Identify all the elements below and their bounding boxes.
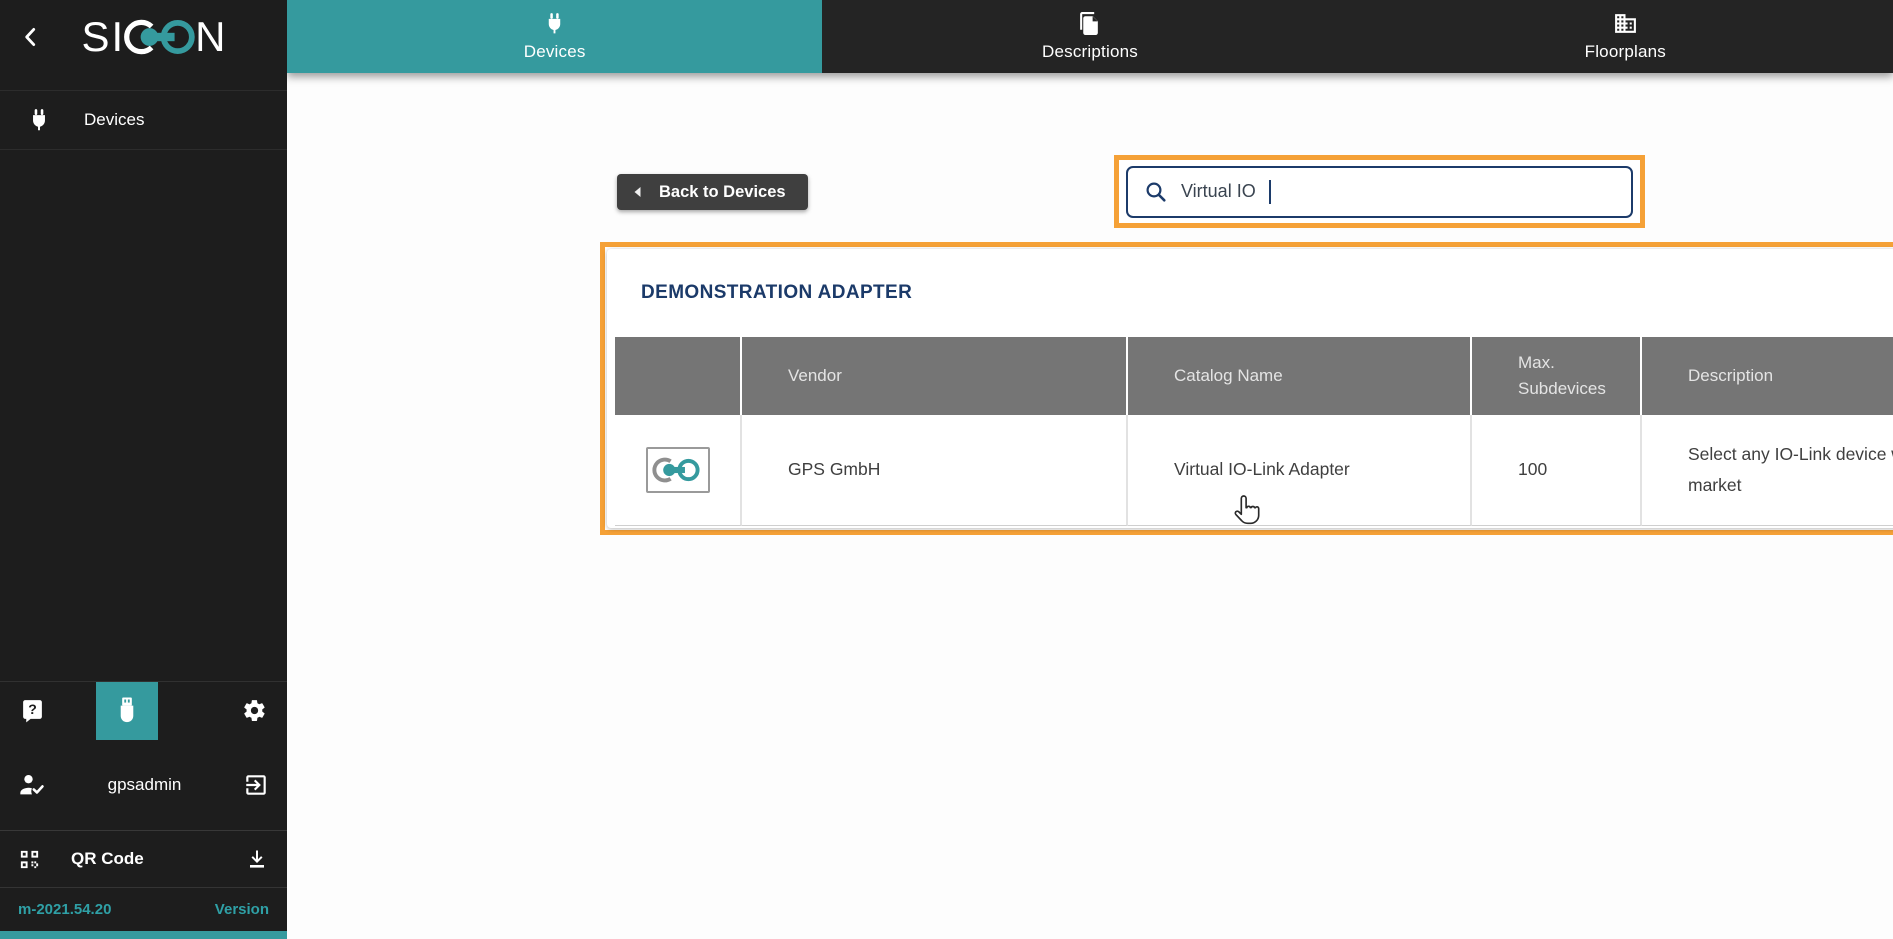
help-icon: ? (22, 700, 42, 723)
username-label: gpsadmin (107, 774, 182, 794)
table-cell-vendor[interactable]: GPS GmbH (742, 415, 1128, 526)
search-input-value: Virtual IO (1181, 181, 1256, 201)
version-row: m-2021.54.20 Version (0, 887, 287, 931)
top-tab-bar: Devices Descriptions Floorplans (287, 0, 1893, 73)
gear-icon (244, 700, 266, 721)
plug-icon (548, 13, 561, 34)
svg-text:?: ? (28, 701, 37, 717)
table-cell-max-subdevices[interactable]: 100 (1472, 415, 1642, 526)
version-label: Version (214, 901, 269, 918)
version-value: m-2021.54.20 (18, 901, 112, 918)
table-cell-catalog-name[interactable]: Virtual IO-Link Adapter (1128, 415, 1472, 526)
column-header-max-subdevices: Max. Subdevices (1472, 337, 1642, 415)
search-input[interactable]: Virtual IO (1126, 165, 1633, 218)
column-header-vendor: Vendor (742, 337, 1128, 415)
adapter-table: Vendor Catalog Name Max. Subdevices Desc… (615, 337, 1893, 526)
tab-descriptions[interactable]: Descriptions (822, 0, 1357, 73)
sidebar-header: SI N (0, 0, 287, 73)
tab-floorplans[interactable]: Floorplans (1358, 0, 1893, 73)
column-header-catalog-name: Catalog Name (1128, 337, 1472, 415)
io-link-adapter-logo (645, 447, 710, 493)
logo-text-suffix: N (195, 12, 228, 60)
column-header-description: Description (1642, 337, 1893, 415)
sidebar-footer-icons: ? (0, 681, 287, 740)
logo-text-prefix: SI (81, 12, 126, 60)
back-arrow-icon (634, 187, 641, 197)
back-button-label: Back to Devices (659, 182, 786, 201)
user-row: gpsadmin (0, 739, 287, 830)
usb-device-icon (120, 697, 133, 723)
qr-download-button[interactable] (245, 847, 269, 871)
building-icon (1614, 14, 1636, 33)
download-icon (250, 850, 264, 868)
logout-icon[interactable] (243, 772, 269, 798)
panel-title: DEMONSTRATION ADAPTER (641, 282, 913, 303)
io-link-logo-glyph (124, 19, 195, 54)
app-root: SI N Devices ? gpsadmin QR Code m-2021.5… (0, 0, 1893, 939)
demonstration-adapter-panel: DEMONSTRATION ADAPTER Vendor Catalog Nam… (607, 249, 1893, 528)
tab-label: Descriptions (1042, 42, 1138, 61)
search-icon (1146, 181, 1166, 202)
help-button[interactable]: ? (2, 682, 62, 740)
collapse-sidebar-button[interactable] (14, 20, 48, 54)
qr-code-row[interactable]: QR Code (0, 830, 287, 887)
sidebar-accent-strip (0, 931, 287, 939)
sidebar: SI N Devices ? gpsadmin QR Code m-2021.5… (0, 0, 287, 939)
search-highlight-box: Virtual IO (1114, 155, 1645, 228)
plug-icon (33, 109, 45, 131)
documents-icon (1080, 12, 1099, 35)
person-check-icon (20, 774, 44, 794)
main-content: Back to Devices Virtual IO DEMONSTRATION… (287, 73, 1893, 939)
settings-button[interactable] (225, 682, 285, 740)
panel-header: DEMONSTRATION ADAPTER (607, 249, 1893, 337)
qr-code-icon (20, 850, 39, 868)
tab-devices[interactable]: Devices (287, 0, 823, 73)
table-cell-description[interactable]: Select any IO-Link device which is avaia… (1642, 415, 1893, 526)
results-highlight-box: DEMONSTRATION ADAPTER Vendor Catalog Nam… (600, 242, 1893, 535)
table-row-icon-cell[interactable] (615, 415, 742, 526)
back-to-devices-button[interactable]: Back to Devices (617, 174, 808, 210)
text-caret (1268, 179, 1271, 204)
tab-label: Floorplans (1584, 42, 1666, 61)
sidebar-item-label: Devices (84, 110, 145, 129)
qr-code-label: QR Code (71, 849, 144, 868)
column-header-icon (615, 337, 742, 415)
sidebar-item-devices[interactable]: Devices (0, 90, 287, 150)
tab-label: Devices (523, 42, 586, 61)
sicon-logo: SI N (81, 14, 253, 60)
chevron-left-icon (25, 27, 36, 46)
usb-devices-button[interactable] (95, 681, 158, 740)
